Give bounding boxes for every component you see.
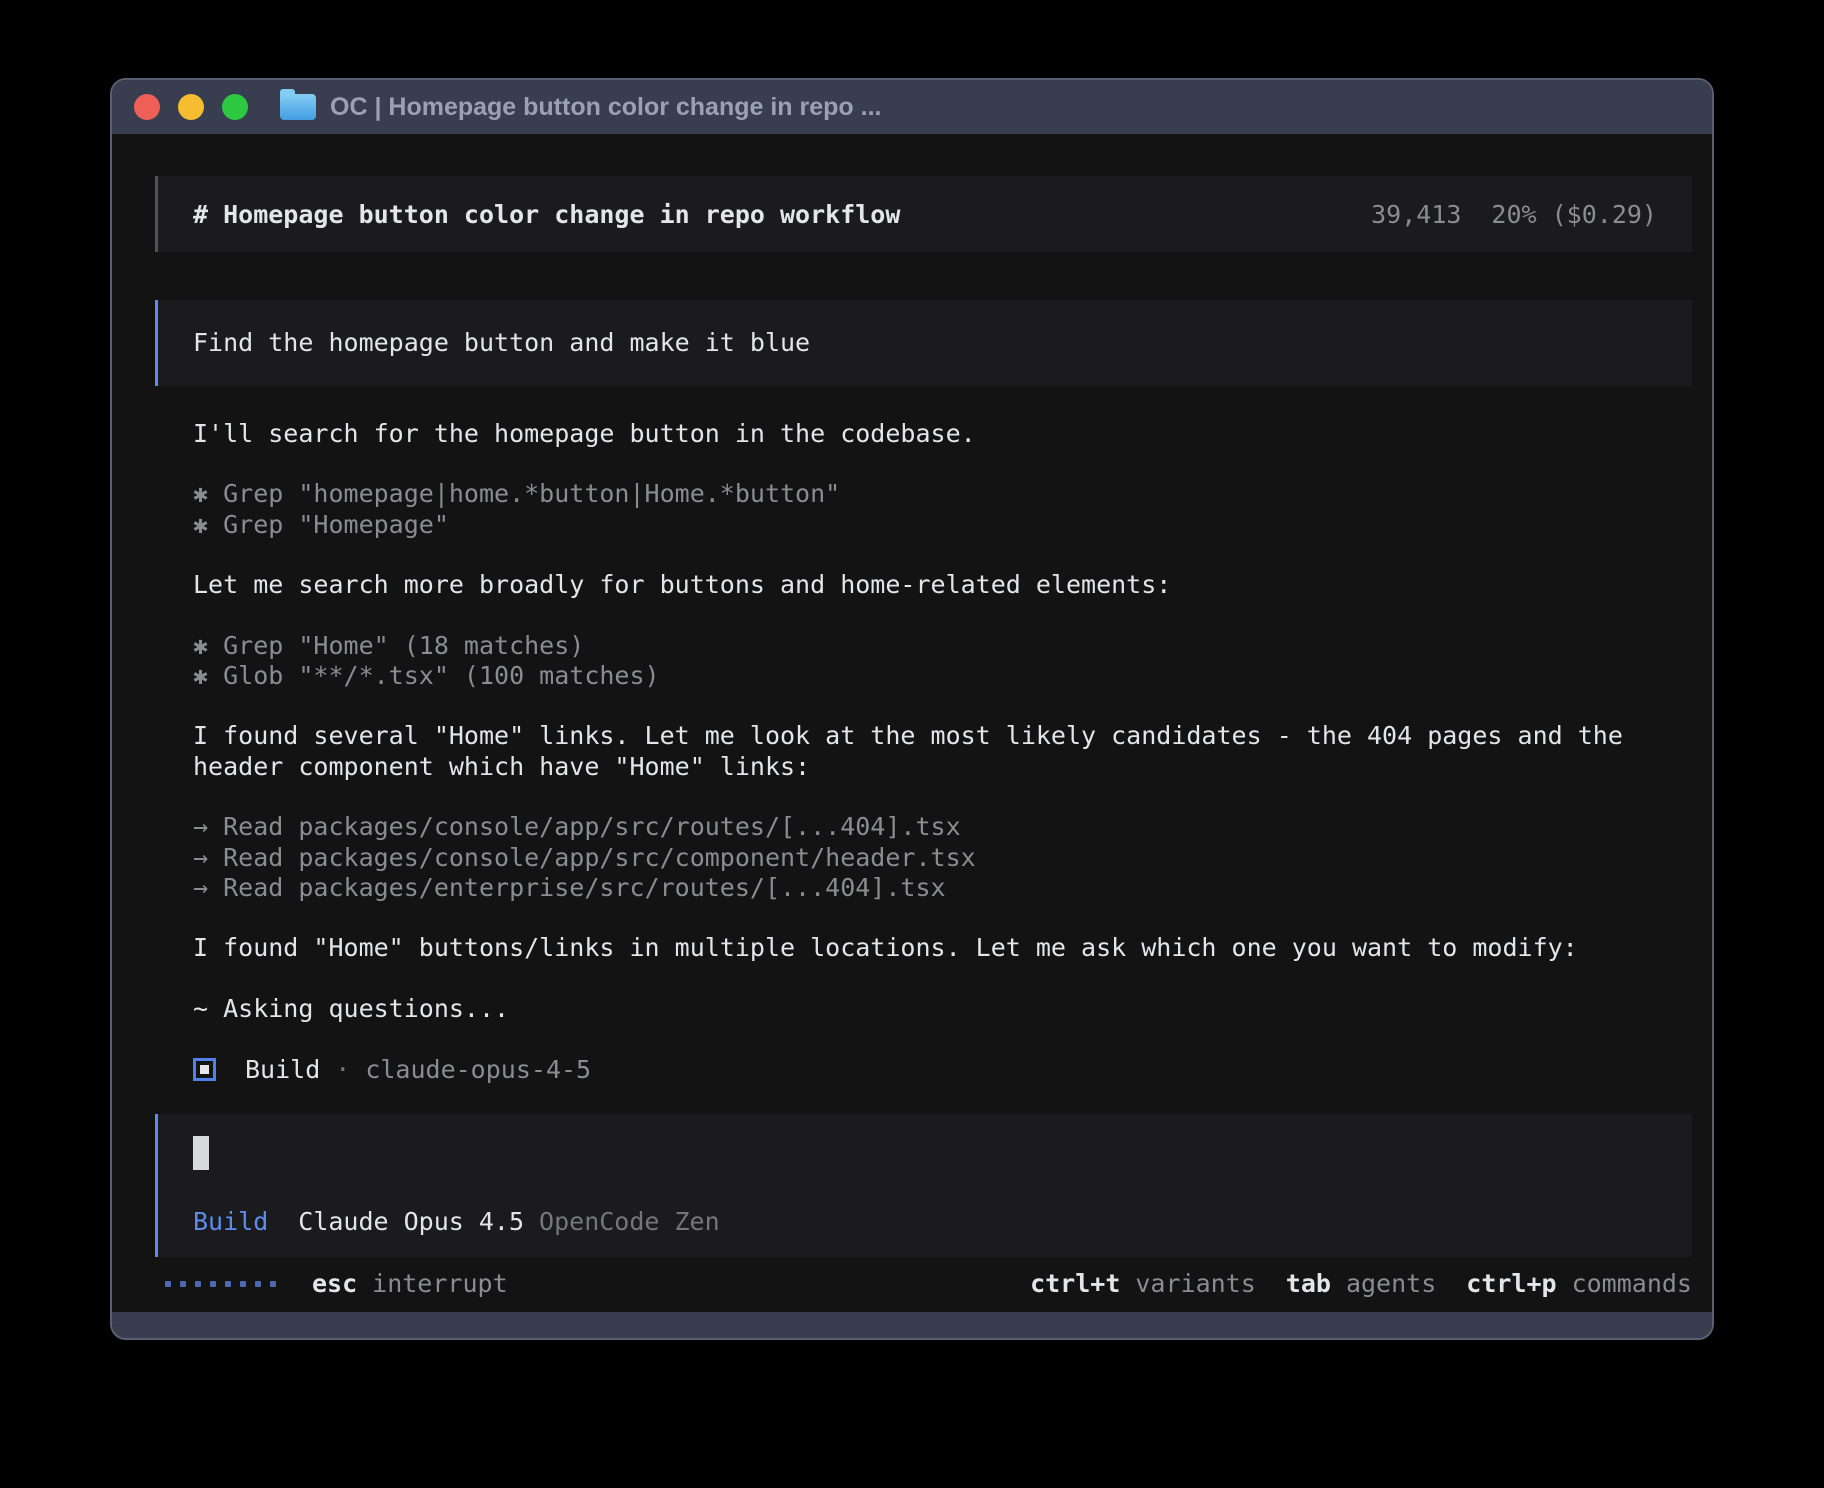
window-controls bbox=[134, 94, 248, 120]
tool-call-line: ✱ Grep "homepage|home.*button|Home.*butt… bbox=[193, 479, 1692, 509]
tool-call-group: ✱ Grep "homepage|home.*button|Home.*butt… bbox=[193, 479, 1692, 540]
status-bar-right: ctrl+t variants tab agents ctrl+p comman… bbox=[1030, 1269, 1692, 1299]
shortcut-variants: ctrl+t variants bbox=[1030, 1269, 1256, 1299]
shortcut-agents: tab agents bbox=[1286, 1269, 1436, 1299]
tool-call-line: ✱ Grep "Homepage" bbox=[193, 510, 1692, 540]
tool-call-line: → Read packages/enterprise/src/routes/[.… bbox=[193, 873, 1692, 903]
input-status-bar: Build Claude Opus 4.5 OpenCode Zen bbox=[193, 1207, 1692, 1237]
token-count: 39,413 bbox=[1371, 200, 1461, 229]
model-label[interactable]: Claude Opus 4.5 bbox=[298, 1207, 524, 1237]
conversation: I'll search for the homepage button in t… bbox=[155, 419, 1692, 1084]
provider-label: OpenCode Zen bbox=[539, 1207, 720, 1237]
esc-key-hint: esc bbox=[312, 1269, 357, 1299]
tool-call-group: → Read packages/console/app/src/routes/[… bbox=[193, 812, 1692, 903]
assistant-text: Let me search more broadly for buttons a… bbox=[193, 570, 1692, 600]
build-mode-icon bbox=[193, 1058, 216, 1081]
working-status: ~ Asking questions... bbox=[193, 994, 1692, 1024]
session-title: # Homepage button color change in repo w… bbox=[193, 200, 900, 229]
user-message-text: Find the homepage button and make it blu… bbox=[193, 328, 810, 358]
close-button[interactable] bbox=[134, 94, 160, 120]
session-stats: 39,413 20% ($0.29) bbox=[1371, 200, 1657, 229]
assistant-text: I'll search for the homepage button in t… bbox=[193, 419, 1692, 449]
agent-status-row: Build · claude-opus-4-5 bbox=[193, 1054, 1692, 1084]
minimize-button[interactable] bbox=[178, 94, 204, 120]
context-cost: 20% ($0.29) bbox=[1491, 200, 1657, 229]
tool-call-line: → Read packages/console/app/src/routes/[… bbox=[193, 812, 1692, 842]
status-bar-left: esc interrupt bbox=[155, 1269, 508, 1299]
tool-call-line: ✱ Glob "**/*.tsx" (100 matches) bbox=[193, 661, 1692, 691]
esc-action-label: interrupt bbox=[372, 1269, 507, 1299]
agent-name: Build bbox=[245, 1055, 320, 1084]
agent-model: claude-opus-4-5 bbox=[365, 1055, 591, 1084]
user-message: Find the homepage button and make it blu… bbox=[155, 300, 1692, 386]
assistant-text: I found several "Home" links. Let me loo… bbox=[193, 721, 1692, 782]
tool-call-line: → Read packages/console/app/src/componen… bbox=[193, 843, 1692, 873]
folder-icon bbox=[280, 94, 316, 120]
mode-label[interactable]: Build bbox=[193, 1207, 268, 1237]
terminal-window: OC | Homepage button color change in rep… bbox=[110, 78, 1714, 1340]
working-spinner bbox=[165, 1281, 276, 1287]
window-bottom-bar bbox=[112, 1312, 1712, 1338]
agent-separator: · bbox=[335, 1055, 350, 1084]
tool-call-line: ✱ Grep "Home" (18 matches) bbox=[193, 631, 1692, 661]
maximize-button[interactable] bbox=[222, 94, 248, 120]
prompt-input[interactable]: Build Claude Opus 4.5 OpenCode Zen bbox=[155, 1114, 1692, 1257]
assistant-text: I found "Home" buttons/links in multiple… bbox=[193, 933, 1692, 963]
session-header: # Homepage button color change in repo w… bbox=[155, 176, 1692, 252]
titlebar[interactable]: OC | Homepage button color change in rep… bbox=[112, 80, 1712, 134]
status-bar: esc interrupt ctrl+t variants tab agents… bbox=[155, 1269, 1692, 1299]
window-title: OC | Homepage button color change in rep… bbox=[330, 93, 881, 122]
text-cursor bbox=[193, 1136, 209, 1170]
tool-call-group: ✱ Grep "Home" (18 matches) ✱ Glob "**/*.… bbox=[193, 631, 1692, 692]
terminal-content: # Homepage button color change in repo w… bbox=[112, 134, 1712, 1312]
shortcut-commands: ctrl+p commands bbox=[1466, 1269, 1692, 1299]
